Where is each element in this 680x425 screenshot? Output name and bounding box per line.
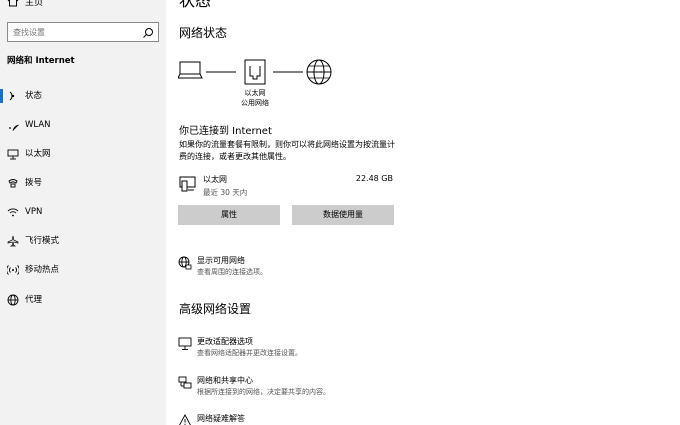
- properties-button[interactable]: 属性: [178, 205, 280, 225]
- advanced-settings-heading: 高级网络设置: [179, 302, 252, 316]
- network-type-label: 公用网络: [241, 99, 269, 107]
- computer-icon: [178, 61, 203, 79]
- network-status-heading: 网络状态: [179, 26, 228, 40]
- sidebar-item-vpn[interactable]: VPN: [0, 201, 166, 223]
- indicator: [0, 176, 3, 190]
- change-adapter-options-link[interactable]: 更改适配器选项 查看网络适配器并更改连接设置。: [178, 336, 438, 362]
- sharing-icon: [178, 376, 192, 389]
- indicator: [0, 118, 3, 132]
- search-input[interactable]: [8, 27, 134, 37]
- sidebar-item-label: 飞行模式: [25, 236, 60, 246]
- troubleshoot-title: 网络疑难解答: [197, 414, 245, 423]
- home-link[interactable]: 主页: [7, 0, 43, 8]
- sidebar-item-label: 拨号: [25, 178, 43, 188]
- hotspot-icon: [7, 265, 19, 275]
- search-icon[interactable]: [142, 27, 154, 39]
- dialup-icon: [8, 179, 18, 188]
- indicator: [0, 205, 3, 219]
- vpn-icon: [7, 208, 19, 217]
- status-icon: [9, 91, 15, 101]
- adapter-options-desc: 查看网络适配器并更改连接设置。: [197, 349, 302, 357]
- sidebar-item-label: 以太网: [25, 149, 51, 159]
- adapter-icon: [178, 337, 192, 350]
- adapter-period: 最近 30 天内: [203, 188, 248, 197]
- ethernet-port-icon: [244, 59, 266, 85]
- wifi-icon: [9, 124, 19, 131]
- data-usage-button[interactable]: 数据使用量: [292, 205, 394, 225]
- sidebar-section-title: 网络和 Internet: [7, 56, 75, 66]
- globe-network-icon: [178, 256, 192, 270]
- connected-title: 你已连接到 Internet: [179, 126, 272, 137]
- indicator: [0, 147, 3, 161]
- sharing-center-link[interactable]: 网络和共享中心 根据所连接到的网络，决定要共享的内容。: [178, 375, 438, 401]
- active-indicator: [0, 89, 3, 103]
- internet-globe-icon: [306, 59, 332, 85]
- show-networks-title: 显示可用网络: [197, 256, 245, 265]
- page-title: 状态: [179, 0, 212, 10]
- home-icon: [7, 0, 19, 7]
- airplane-icon: [7, 235, 19, 247]
- sidebar-item-label: WLAN: [25, 120, 51, 130]
- sidebar-item-proxy[interactable]: 代理: [0, 289, 166, 311]
- sidebar-item-label: 移动热点: [25, 265, 60, 275]
- troubleshoot-link[interactable]: 网络疑难解答: [178, 413, 438, 425]
- sidebar-item-wlan[interactable]: WLAN: [0, 114, 166, 136]
- sidebar-item-label: 代理: [25, 295, 43, 305]
- indicator: [0, 263, 3, 277]
- sidebar-item-dialup[interactable]: 拨号: [0, 172, 166, 194]
- indicator: [0, 293, 3, 307]
- sidebar-item-status[interactable]: 状态: [0, 85, 166, 107]
- show-networks-desc: 查看周围的连接选项。: [197, 268, 267, 276]
- sharing-center-title: 网络和共享中心: [197, 376, 253, 385]
- sidebar-item-label: 状态: [25, 91, 43, 101]
- connected-description: 如果你的流量套餐有限制，则你可以将此网络设置为按流量计费的连接，或者更改其他属性…: [179, 140, 395, 161]
- warning-icon: [179, 414, 191, 425]
- adapter-name: 以太网: [203, 175, 227, 184]
- adapter-summary: 以太网 最近 30 天内 22.48 GB: [179, 173, 393, 199]
- sidebar: 主页 网络和 Internet 状态 WLAN: [0, 0, 166, 425]
- device-label: 以太网: [244, 89, 266, 97]
- home-label: 主页: [25, 0, 44, 8]
- show-networks-link[interactable]: 显示可用网络 查看周围的连接选项。: [178, 255, 438, 281]
- sidebar-item-airplane-mode[interactable]: 飞行模式: [0, 230, 166, 252]
- adapter-usage: 22.48 GB: [355, 174, 393, 183]
- ethernet-icon: [7, 149, 19, 160]
- adapter-options-title: 更改适配器选项: [197, 337, 253, 346]
- ethernet-adapter-icon: [179, 176, 196, 192]
- sidebar-item-label: VPN: [25, 207, 43, 217]
- search-box[interactable]: [7, 22, 159, 42]
- main-content: 状态 网络状态 以太网 公用网络 你已连接到 Internet 如果你的流量套餐…: [166, 0, 680, 425]
- indicator: [0, 234, 3, 248]
- globe-icon: [7, 294, 19, 306]
- sidebar-item-hotspot[interactable]: 移动热点: [0, 259, 166, 281]
- sharing-center-desc: 根据所连接到的网络，决定要共享的内容。: [197, 388, 330, 396]
- sidebar-item-ethernet[interactable]: 以太网: [0, 143, 166, 165]
